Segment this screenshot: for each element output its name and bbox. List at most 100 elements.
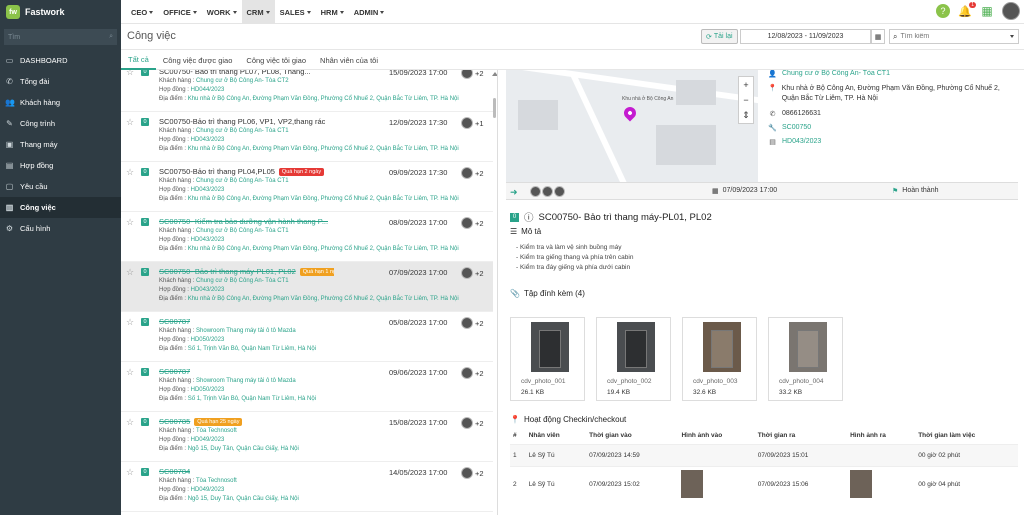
assignee-avatar[interactable] — [461, 117, 473, 129]
user-avatar[interactable] — [1002, 2, 1020, 20]
star-icon[interactable]: ☆ — [126, 267, 134, 278]
apps-grid-icon[interactable]: ▦ — [980, 4, 994, 18]
task-row[interactable]: ☆ 0 SC00750- Kiểm tra bảo dưỡng vận hành t… — [121, 212, 493, 262]
assignee-avatar[interactable] — [461, 217, 473, 229]
star-icon[interactable]: ☆ — [126, 367, 134, 378]
task-row[interactable]: ☆ 0 SC00750-Bảo trì thang PL06, VP1, VP2,t… — [121, 112, 493, 162]
bell-icon[interactable]: 🔔 1 — [958, 2, 976, 18]
sidebar-item-switchboard[interactable]: ✆ Tổng đài — [0, 71, 121, 92]
task-row[interactable]: ☆ 0 SC00750- Bảo trì thang PL07, PL08, Tha… — [121, 70, 493, 112]
table-row[interactable]: 1 Lê Sỹ Tú 07/09/2023 14:59 07/09/2023 1… — [510, 443, 1018, 466]
sidebar-item-contracts[interactable]: ▤ Hợp đồng — [0, 155, 121, 176]
search-field[interactable] — [900, 33, 1001, 40]
assignee-count[interactable]: +2 — [475, 319, 484, 328]
star-icon[interactable]: ☆ — [126, 417, 134, 428]
contract-link[interactable]: HD043/2023 — [782, 138, 821, 145]
nav-crm[interactable]: CRM — [241, 0, 275, 24]
zoom-in-icon[interactable]: + — [743, 80, 748, 90]
assignee-count[interactable]: +2 — [475, 269, 484, 278]
sidebar-item-dashboard[interactable]: ▭ DASHBOARD — [0, 50, 121, 71]
task-checkbox[interactable]: 0 — [141, 468, 149, 476]
task-row[interactable]: ☆ 0 SC00785 Quá hạn 25 ngày Khách hàng : Tòa… — [121, 412, 493, 462]
checkout-photo[interactable] — [850, 469, 873, 498]
assignee-avatar[interactable] — [461, 267, 473, 279]
nav-sales[interactable]: SALES — [275, 0, 316, 24]
assignee-count[interactable]: +2 — [475, 70, 484, 78]
assignee-avatar[interactable] — [461, 70, 473, 79]
code-link[interactable]: SC00750 — [782, 124, 811, 131]
status-text[interactable]: Hoàn thành — [902, 187, 938, 195]
checkin-photo[interactable] — [681, 469, 704, 498]
task-checkbox[interactable]: 0 — [141, 418, 149, 426]
brand[interactable]: fw Fastwork — [0, 0, 121, 24]
sidebar-search-input[interactable]: Tìm ⌕ — [4, 29, 117, 45]
calendar-icon[interactable]: ▦ — [871, 29, 885, 44]
assignee-avatar[interactable] — [461, 417, 473, 429]
attachment-card[interactable]: cdv_photo_003 32.6 KB — [682, 317, 757, 401]
task-title[interactable]: SC00750-Bảo trì thang PL04,PL05 Quá hạn 2… — [159, 167, 325, 176]
sidebar-item-elevators[interactable]: ▣ Thang máy — [0, 134, 121, 155]
assignee-avatar[interactable] — [461, 467, 473, 479]
assignee-count[interactable]: +2 — [475, 419, 484, 428]
star-icon[interactable]: ☆ — [126, 117, 134, 128]
table-row[interactable]: 2 Lê Sỹ Tú 07/09/2023 15:02 07/09/2023 1… — [510, 465, 1018, 503]
task-title[interactable]: SC00750- Bảo trì thang PL07, PL08, Thang… — [159, 70, 311, 76]
star-icon[interactable]: ☆ — [126, 467, 134, 478]
star-icon[interactable]: ☆ — [126, 70, 134, 78]
attachment-card[interactable]: cdv_photo_002 19.4 KB — [596, 317, 671, 401]
assignee-count[interactable]: +2 — [475, 169, 484, 178]
cell-image-in[interactable] — [678, 465, 755, 503]
task-row[interactable]: ☆ 0 SC00787 Khách hàng : Showroom Thang máy… — [121, 362, 493, 412]
assignee-avatar[interactable] — [461, 317, 473, 329]
task-row[interactable]: ☆ 0 SC00784 Khách hàng : Tòa Technosoft Hợp … — [121, 462, 493, 512]
task-checkbox[interactable]: 0 — [141, 368, 149, 376]
assignee-avatar[interactable] — [461, 167, 473, 179]
nav-admin[interactable]: ADMIN — [349, 0, 390, 24]
task-title[interactable]: SC00750- Kiểm tra bảo dưỡng vận hành tha… — [159, 217, 328, 226]
search-input[interactable]: ⌕ — [889, 29, 1019, 44]
assignee-count[interactable]: +2 — [475, 469, 484, 478]
tab-all[interactable]: Tất cả — [121, 50, 156, 70]
task-title[interactable]: SC00787 — [159, 367, 190, 376]
task-checkbox[interactable]: 0 — [141, 118, 149, 126]
star-icon[interactable]: ☆ — [126, 317, 134, 328]
sidebar-item-tasks[interactable]: ▥ Công việc — [0, 197, 121, 218]
task-checkbox[interactable]: 0 — [141, 70, 149, 76]
task-checkbox[interactable]: 0 — [141, 268, 149, 276]
task-checkbox[interactable]: 0 — [141, 218, 149, 226]
assignee-avatar[interactable] — [530, 186, 541, 197]
nav-hrm[interactable]: HRM — [316, 0, 349, 24]
task-title[interactable]: SC00750-Bảo trì thang PL06, VP1, VP2,tha… — [159, 117, 325, 126]
attachment-card[interactable]: cdv_photo_001 26.1 KB — [510, 317, 585, 401]
task-title[interactable]: SC00785 Quá hạn 25 ngày — [159, 417, 243, 426]
tab-assigned-by-me[interactable]: Công việc tôi giao — [239, 50, 313, 70]
assignee-avatar[interactable] — [554, 186, 565, 197]
assignee-avatar[interactable] — [542, 186, 553, 197]
task-checkbox[interactable]: 0 — [141, 318, 149, 326]
customer-link[interactable]: Chung cư ở Bộ Công An- Tòa CT1 — [782, 70, 890, 77]
nav-ceo[interactable]: CEO — [126, 0, 158, 24]
sidebar-item-settings[interactable]: ⚙ Cấu hình — [0, 218, 121, 239]
chevron-down-icon[interactable] — [1010, 35, 1014, 38]
assignee-avatar[interactable] — [461, 367, 473, 379]
scrollbar[interactable] — [493, 98, 496, 118]
tab-assigned-to-me[interactable]: Công việc được giao — [156, 50, 240, 70]
reset-bearing-icon[interactable]: ⇕ — [742, 110, 750, 121]
tab-my-staff[interactable]: Nhân viên của tôi — [313, 50, 385, 70]
date-range-input[interactable]: 12/08/2023 - 11/09/2023 — [740, 29, 871, 44]
reload-button[interactable]: ⟳ Tải lại — [701, 29, 738, 44]
task-row[interactable]: ☆ 0 SC00750- Bảo trì thang máy-PL01, PL02 Q… — [121, 262, 493, 312]
sidebar-item-customers[interactable]: 👥 Khách hàng — [0, 92, 121, 113]
task-title[interactable]: SC00784 — [159, 467, 190, 476]
help-icon[interactable]: ? — [936, 4, 950, 18]
task-title[interactable]: SC00750- Bảo trì thang máy-PL01, PL02 Quá… — [159, 267, 334, 276]
task-title[interactable]: SC00787 — [159, 317, 190, 326]
zoom-out-icon[interactable]: − — [743, 95, 748, 105]
assignee-count[interactable]: +1 — [475, 119, 484, 128]
location-map[interactable]: Khu nhà ở Bộ Công An + − ⇕ — [506, 70, 758, 182]
sidebar-item-projects[interactable]: ✎ Công trình — [0, 113, 121, 134]
task-row[interactable]: ☆ 0 SC00750-Bảo trì thang PL04,PL05 Quá hạn… — [121, 162, 493, 212]
task-checkbox[interactable]: 0 — [141, 168, 149, 176]
nav-work[interactable]: WORK — [202, 0, 242, 24]
assignee-count[interactable]: +2 — [475, 369, 484, 378]
